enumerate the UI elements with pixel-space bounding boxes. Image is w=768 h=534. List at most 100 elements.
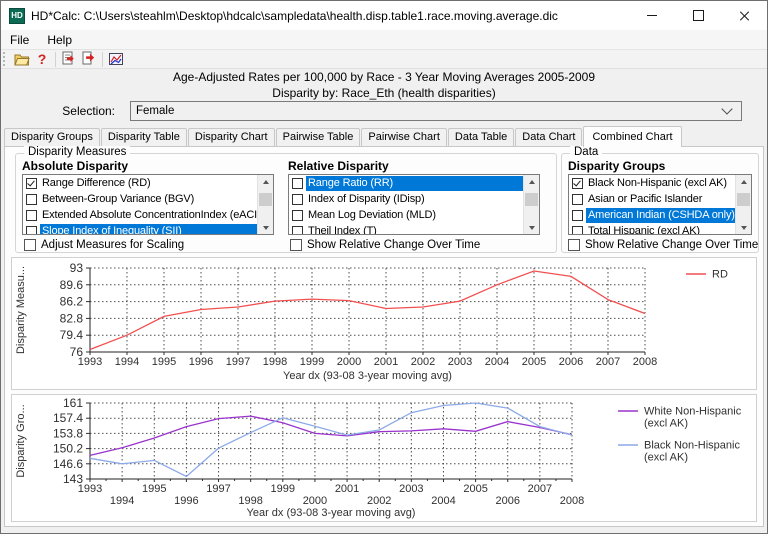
item-checkbox[interactable] bbox=[572, 178, 583, 189]
checkbox-box[interactable] bbox=[24, 239, 36, 251]
relative-disparity-list[interactable]: Range Ratio (RR)Index of Disparity (IDis… bbox=[288, 174, 540, 235]
svg-text:2006: 2006 bbox=[495, 495, 519, 507]
svg-text:?: ? bbox=[38, 51, 47, 67]
disparity-groups-chart: 143146.6150.2153.8157.416119931994199519… bbox=[12, 395, 756, 521]
svg-text:Year dx (93-08 3-year moving a: Year dx (93-08 3-year moving avg) bbox=[247, 507, 416, 519]
item-checkbox[interactable] bbox=[292, 210, 303, 221]
app-icon: HD bbox=[9, 8, 25, 24]
report-title-line2: Disparity by: Race_Eth (health dispariti… bbox=[0, 86, 768, 100]
list-item[interactable]: Range Ratio (RR) bbox=[289, 175, 523, 191]
export-report-button[interactable] bbox=[59, 50, 79, 68]
disparity-groups-chart-panel: 143146.6150.2153.8157.416119931994199519… bbox=[11, 394, 757, 522]
menu-bar: File Help bbox=[1, 30, 767, 49]
help-button[interactable]: ? bbox=[32, 50, 52, 68]
item-label: Slope Index of Inequality (SII) bbox=[40, 224, 257, 235]
open-folder-button[interactable] bbox=[12, 50, 32, 68]
svg-text:2002: 2002 bbox=[367, 495, 391, 507]
list-item[interactable]: Between-Group Variance (BGV) bbox=[23, 191, 257, 207]
list-item[interactable]: American Indian (CSHDA only) bbox=[569, 207, 735, 223]
disparity-measures-group: Disparity Measures Absolute Disparity Ra… bbox=[15, 153, 557, 253]
chart-button[interactable] bbox=[106, 50, 126, 68]
svg-text:153.8: 153.8 bbox=[53, 426, 83, 440]
list-item[interactable]: Range Difference (RD) bbox=[23, 175, 257, 191]
tab-disparity-groups[interactable]: Disparity Groups bbox=[4, 128, 100, 146]
list-item[interactable]: Index of Disparity (IDisp) bbox=[289, 191, 523, 207]
item-checkbox[interactable] bbox=[292, 178, 303, 189]
scrollbar[interactable] bbox=[257, 175, 273, 234]
svg-text:1997: 1997 bbox=[226, 356, 250, 368]
absolute-disparity-list[interactable]: Range Difference (RD)Between-Group Varia… bbox=[22, 174, 274, 235]
item-checkbox[interactable] bbox=[26, 210, 37, 221]
svg-text:2007: 2007 bbox=[528, 483, 552, 495]
show-relative-change-checkbox[interactable]: Show Relative Change Over Time bbox=[568, 239, 758, 251]
adjust-measures-checkbox[interactable]: Adjust Measures for Scaling bbox=[24, 239, 184, 251]
tab-data-chart[interactable]: Data Chart bbox=[515, 128, 582, 146]
item-checkbox[interactable] bbox=[292, 226, 303, 235]
checkbox-box[interactable] bbox=[290, 239, 302, 251]
svg-text:Year dx (93-08 3-year moving a: Year dx (93-08 3-year moving avg) bbox=[283, 370, 452, 382]
export-data-button[interactable] bbox=[79, 50, 99, 68]
scroll-down-icon[interactable] bbox=[736, 221, 751, 234]
disparity-groups-list[interactable]: Black Non-Hispanic (excl AK)Asian or Pac… bbox=[568, 174, 752, 235]
list-item[interactable]: Asian or Pacific Islander bbox=[569, 191, 735, 207]
svg-text:150.2: 150.2 bbox=[53, 442, 83, 456]
scroll-thumb[interactable] bbox=[525, 193, 538, 206]
item-checkbox[interactable] bbox=[26, 226, 37, 235]
scroll-up-icon[interactable] bbox=[524, 175, 539, 188]
minimize-button[interactable] bbox=[629, 1, 675, 30]
svg-text:2008: 2008 bbox=[560, 495, 584, 507]
svg-text:1997: 1997 bbox=[206, 483, 230, 495]
item-label: Black Non-Hispanic (excl AK) bbox=[586, 176, 735, 191]
svg-text:1994: 1994 bbox=[110, 495, 134, 507]
list-item[interactable]: Extended Absolute ConcentrationIndex (eA… bbox=[23, 207, 257, 223]
tab-pairwise-table[interactable]: Pairwise Table bbox=[276, 128, 361, 146]
svg-text:2008: 2008 bbox=[633, 356, 657, 368]
item-checkbox[interactable] bbox=[292, 194, 303, 205]
list-item[interactable]: Total Hispanic (excl AK) bbox=[569, 223, 735, 234]
scroll-thumb[interactable] bbox=[737, 193, 750, 206]
scroll-up-icon[interactable] bbox=[736, 175, 751, 188]
scrollbar[interactable] bbox=[735, 175, 751, 234]
scroll-thumb[interactable] bbox=[259, 193, 272, 206]
scroll-down-icon[interactable] bbox=[258, 221, 273, 234]
checkbox-box[interactable] bbox=[568, 239, 580, 251]
help-icon: ? bbox=[34, 51, 50, 67]
window-title: HD*Calc: C:\Users\steahlm\Desktop\hdcalc… bbox=[31, 9, 629, 23]
checkbox-label: Show Relative Change Over Time bbox=[585, 239, 758, 251]
group-title: Disparity Measures bbox=[24, 146, 130, 158]
svg-text:RD: RD bbox=[712, 269, 728, 281]
scrollbar[interactable] bbox=[523, 175, 539, 234]
chart-icon bbox=[108, 51, 124, 67]
export-report-icon bbox=[61, 51, 77, 67]
item-checkbox[interactable] bbox=[572, 194, 583, 205]
selection-dropdown[interactable]: Female bbox=[130, 101, 742, 121]
show-relative-change-checkbox[interactable]: Show Relative Change Over Time bbox=[290, 239, 480, 251]
svg-text:2001: 2001 bbox=[374, 356, 398, 368]
svg-text:1995: 1995 bbox=[152, 356, 176, 368]
list-item[interactable]: Theil Index (T) bbox=[289, 223, 523, 234]
list-item[interactable]: Mean Log Deviation (MLD) bbox=[289, 207, 523, 223]
item-checkbox[interactable] bbox=[572, 210, 583, 221]
scroll-down-icon[interactable] bbox=[524, 221, 539, 234]
tab-combined-chart[interactable]: Combined Chart bbox=[583, 126, 681, 147]
tab-data-table[interactable]: Data Table bbox=[448, 128, 514, 146]
tab-pairwise-chart[interactable]: Pairwise Chart bbox=[361, 128, 447, 146]
export-data-icon bbox=[81, 51, 97, 67]
svg-text:2004: 2004 bbox=[431, 495, 455, 507]
tab-disparity-chart[interactable]: Disparity Chart bbox=[188, 128, 275, 146]
list-item[interactable]: Black Non-Hispanic (excl AK) bbox=[569, 175, 735, 191]
menu-file[interactable]: File bbox=[1, 31, 38, 49]
menu-help[interactable]: Help bbox=[38, 31, 81, 49]
svg-text:157.4: 157.4 bbox=[53, 411, 83, 425]
maximize-button[interactable] bbox=[675, 1, 721, 30]
close-button[interactable] bbox=[721, 1, 767, 30]
item-checkbox[interactable] bbox=[26, 194, 37, 205]
list-item[interactable]: Slope Index of Inequality (SII) bbox=[23, 223, 257, 234]
tab-disparity-table[interactable]: Disparity Table bbox=[101, 128, 187, 146]
disparity-measure-chart: 7679.482.886.289.69319931994199519961997… bbox=[12, 258, 756, 389]
svg-text:2007: 2007 bbox=[596, 356, 620, 368]
scroll-up-icon[interactable] bbox=[258, 175, 273, 188]
svg-text:2003: 2003 bbox=[448, 356, 472, 368]
item-checkbox[interactable] bbox=[572, 226, 583, 235]
item-checkbox[interactable] bbox=[26, 178, 37, 189]
